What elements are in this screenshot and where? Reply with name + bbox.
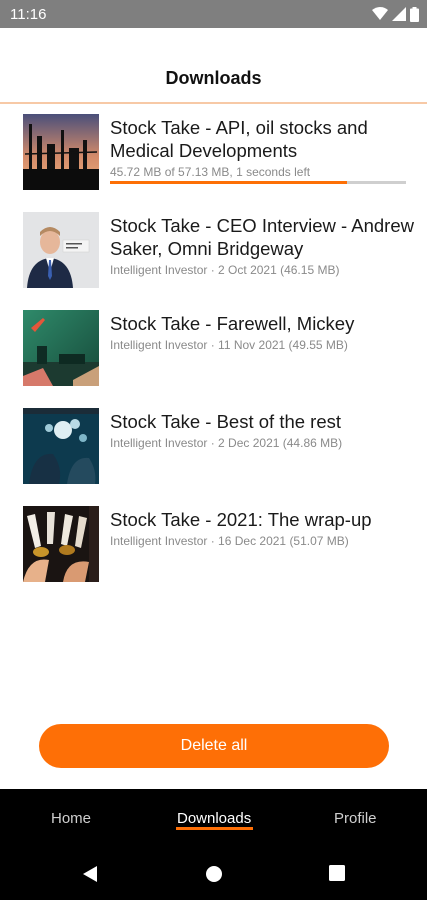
download-item[interactable]: Stock Take - CEO Interview - Andrew Sake… (0, 210, 427, 308)
episode-meta: Intelligent Investor · 16 Dec 2021 (51.0… (110, 534, 349, 548)
download-item[interactable]: Stock Take - 2021: The wrap-up Intellige… (0, 504, 427, 602)
episode-meta: Intelligent Investor · 11 Nov 2021 (49.5… (110, 338, 348, 352)
lights-scene-image (23, 408, 99, 484)
system-nav-bar (0, 847, 427, 900)
header-divider (0, 102, 427, 104)
download-progress-text: 45.72 MB of 57.13 MB, 1 seconds left (110, 165, 311, 179)
episode-thumbnail (23, 408, 99, 484)
download-progress-bar (110, 181, 406, 184)
download-progress-fill (110, 181, 347, 184)
nav-profile[interactable]: Profile (334, 810, 377, 827)
status-icons (372, 6, 419, 22)
episode-title: Stock Take - Farewell, Mickey (110, 313, 355, 334)
battery-icon (410, 6, 419, 22)
oil-refinery-image (23, 114, 99, 190)
episode-thumbnail (23, 506, 99, 582)
episode-title: Stock Take - CEO Interview - Andrew Sake… (110, 215, 414, 259)
episode-meta: Intelligent Investor · 2 Oct 2021 (46.15… (110, 263, 340, 277)
episode-title: Stock Take - Best of the rest (110, 411, 342, 432)
active-tab-indicator (176, 827, 253, 830)
wifi-icon (372, 7, 388, 20)
download-item[interactable]: Stock Take - Best of the rest Intelligen… (0, 406, 427, 504)
episode-title: Stock Take - 2021: The wrap-up (110, 509, 372, 530)
recents-icon[interactable] (329, 865, 345, 881)
download-item[interactable]: Stock Take - Farewell, Mickey Intelligen… (0, 308, 427, 406)
download-item[interactable]: Stock Take - API, oil stocks and Medical… (0, 112, 427, 210)
nav-home[interactable]: Home (51, 810, 91, 827)
episode-title: Stock Take - API, oil stocks and Medical… (110, 117, 368, 161)
bottom-nav: Home Downloads Profile (0, 789, 427, 847)
champagne-toast-image (23, 506, 99, 582)
status-bar: 11:16 (0, 0, 427, 28)
green-scene-image (23, 310, 99, 386)
nav-downloads[interactable]: Downloads (177, 810, 251, 827)
page-title: Downloads (165, 68, 262, 88)
downloads-list: Stock Take - API, oil stocks and Medical… (0, 112, 427, 602)
episode-meta: Intelligent Investor · 2 Dec 2021 (44.86… (110, 436, 343, 450)
delete-all-button[interactable]: Delete all (39, 724, 389, 768)
episode-thumbnail (23, 114, 99, 190)
status-time: 11:16 (10, 6, 47, 23)
home-icon[interactable] (205, 865, 223, 883)
episode-thumbnail (23, 212, 99, 288)
cellular-signal-icon (392, 7, 406, 21)
back-icon[interactable] (82, 865, 98, 883)
episode-thumbnail (23, 310, 99, 386)
ceo-portrait-image (23, 212, 99, 288)
